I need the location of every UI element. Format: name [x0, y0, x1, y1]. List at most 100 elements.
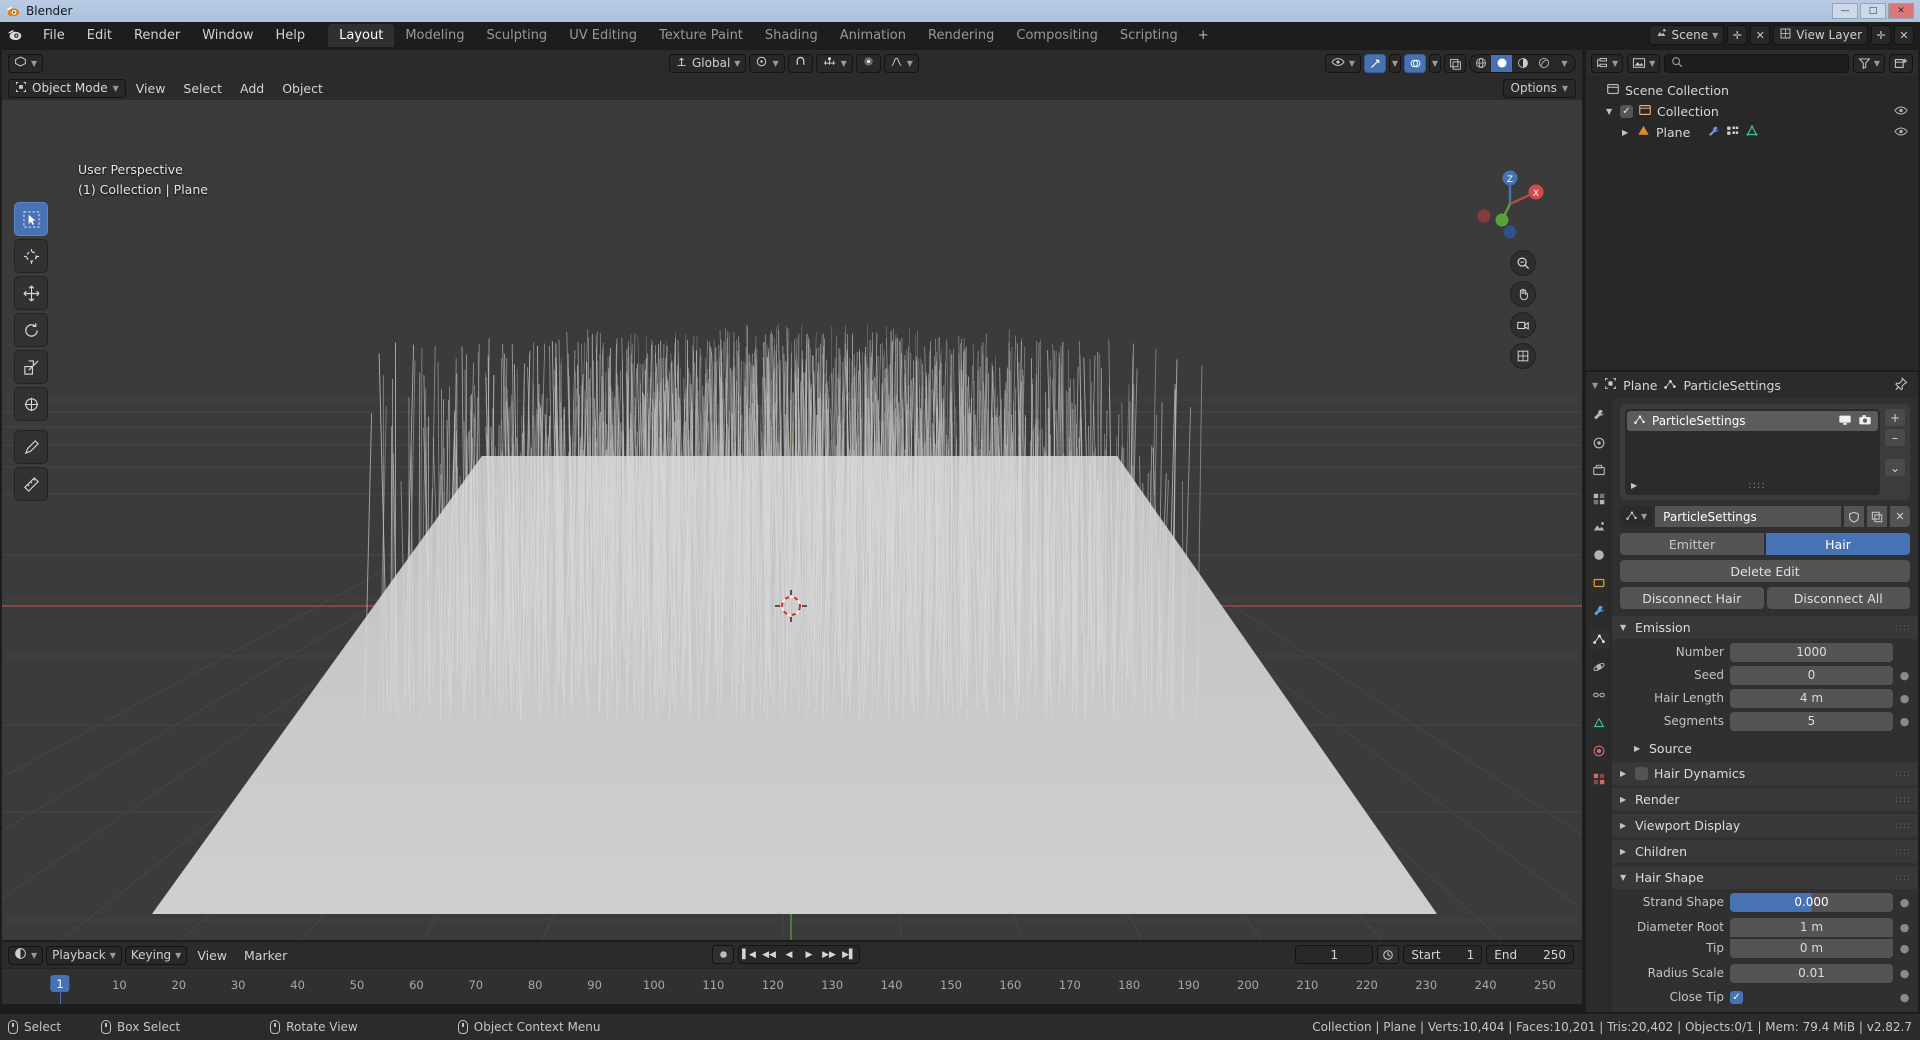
viewport-menu-add[interactable]: Add — [232, 79, 272, 98]
properties-tab-data[interactable] — [1589, 712, 1610, 733]
tweak-tool-button[interactable] — [14, 202, 48, 236]
breadcrumb-object-label[interactable]: Plane — [1623, 378, 1657, 393]
timeline-editor[interactable]: ▼ Playback ▼ Keying ▼ View Marker ▌◀ ◀◀ … — [2, 942, 1582, 1004]
shading-rendered-button[interactable] — [1533, 55, 1554, 72]
breadcrumb-particle-settings-label[interactable]: ParticleSettings — [1683, 378, 1780, 393]
overlays-toggle[interactable] — [1404, 53, 1426, 73]
field-value-diameter-root[interactable]: 1 m — [1730, 917, 1893, 937]
orthographic-icon[interactable] — [1510, 343, 1536, 369]
gizmo-toggle[interactable] — [1364, 53, 1386, 73]
properties-tab-physics[interactable] — [1589, 656, 1610, 677]
object-visibility-selector[interactable]: ▼ — [1324, 53, 1361, 73]
panel-header-children[interactable]: ▶ Children :::: — [1612, 840, 1918, 863]
filter-id-icon[interactable]: ▼ — [1627, 53, 1661, 73]
scene-selector[interactable]: Scene ▼ — [1648, 25, 1725, 45]
particle-system-specials-button[interactable]: ⌄ — [1885, 459, 1905, 476]
properties-tab-modifier[interactable] — [1589, 600, 1610, 621]
menu-file[interactable]: File — [32, 25, 76, 46]
delete-edit-button[interactable]: Delete Edit — [1620, 560, 1910, 582]
properties-tab-texture[interactable] — [1589, 768, 1610, 789]
jump-to-start-button[interactable]: ▌◀ — [739, 946, 759, 963]
workspace-tab-rendering[interactable]: Rendering — [917, 24, 1005, 47]
plane-visibility-eye-icon[interactable] — [1894, 125, 1908, 140]
new-copy-icon[interactable] — [1867, 506, 1887, 527]
navigation-gizmo[interactable]: Z X — [1468, 162, 1552, 246]
particle-type-hair-button[interactable]: Hair — [1766, 533, 1910, 555]
viewport-menu-view[interactable]: View — [128, 79, 174, 98]
auto-keying-icon[interactable] — [712, 945, 734, 964]
particles-icon[interactable] — [1726, 125, 1739, 141]
close-button[interactable]: ✕ — [1888, 3, 1914, 19]
anim-dot-strand-shape[interactable]: ● — [1899, 896, 1910, 909]
play-button[interactable]: ▶ — [799, 946, 819, 963]
properties-tab-render[interactable] — [1589, 432, 1610, 453]
timeline-menu-playback[interactable]: Playback ▼ — [46, 945, 122, 965]
gizmo-options-dropdown[interactable]: ▼ — [1389, 53, 1401, 73]
collection-visibility-eye-icon[interactable] — [1894, 104, 1908, 119]
viewport-menu-select[interactable]: Select — [175, 79, 230, 98]
properties-tab-view-layer[interactable] — [1589, 488, 1610, 509]
maximize-button[interactable]: □ — [1860, 3, 1886, 19]
hair-dynamics-checkbox[interactable] — [1635, 767, 1648, 780]
hand-icon[interactable] — [1510, 281, 1536, 307]
field-value-seed[interactable]: 0 — [1730, 665, 1893, 685]
timeline-playhead[interactable]: 1 — [50, 975, 70, 992]
interaction-mode-selector[interactable]: Object Mode ▼ — [8, 78, 126, 98]
zoom-icon[interactable] — [1510, 250, 1536, 276]
subpanel-header-source[interactable]: ▶ Source — [1612, 738, 1918, 759]
viewport-menu-object[interactable]: Object — [274, 79, 331, 98]
add-workspace-button[interactable]: + — [1189, 24, 1218, 47]
anim-dot-seed[interactable]: ● — [1899, 669, 1910, 682]
fake-user-icon[interactable] — [1844, 506, 1864, 527]
camera-icon[interactable] — [1858, 414, 1872, 429]
list-resize-grip[interactable]: :::: — [1748, 480, 1765, 491]
end-frame-field[interactable]: End 250 — [1486, 945, 1574, 964]
workspace-tab-animation[interactable]: Animation — [829, 24, 917, 47]
pin-icon[interactable] — [1894, 376, 1908, 394]
properties-editor[interactable]: ▼ Plane ParticleSettings ParticleSetting… — [1586, 372, 1918, 1012]
panel-header-hair-shape[interactable]: ▼ Hair Shape :::: — [1612, 866, 1918, 889]
particle-slot-box[interactable]: ParticleSettings ▶ :::: — [1625, 409, 1880, 495]
workspace-tab-uv-editing[interactable]: UV Editing — [558, 24, 648, 47]
move-tool-button[interactable] — [14, 276, 48, 310]
outliner-search-input[interactable] — [1664, 53, 1849, 73]
menu-window[interactable]: Window — [191, 25, 264, 46]
collection-expander-icon[interactable]: ▼ — [1606, 107, 1615, 116]
proportional-editing-toggle[interactable] — [855, 53, 881, 73]
shading-wireframe-button[interactable] — [1470, 55, 1491, 72]
workspace-tab-texture-paint[interactable]: Texture Paint — [648, 24, 754, 47]
unlink-icon[interactable]: ✕ — [1890, 506, 1910, 527]
menu-help[interactable]: Help — [265, 25, 317, 46]
editor-type-selector[interactable]: ▼ — [8, 53, 44, 73]
workspace-tab-shading[interactable]: Shading — [754, 24, 829, 47]
properties-tab-constraints[interactable] — [1589, 684, 1610, 705]
current-frame-field[interactable]: 1 — [1295, 945, 1374, 964]
monitor-icon[interactable] — [1838, 414, 1852, 429]
new-scene-button[interactable]: ✛ — [1727, 25, 1748, 45]
collection-checkbox[interactable]: ✓ — [1620, 105, 1633, 118]
anim-dot-tip[interactable]: ● — [1899, 942, 1910, 955]
previous-keyframe-button[interactable]: ◀◀ — [759, 946, 779, 963]
transform-orientation-selector[interactable]: Global ▼ — [669, 53, 747, 73]
xray-toggle[interactable] — [1444, 53, 1466, 73]
disconnect-hair-button[interactable]: Disconnect Hair — [1620, 587, 1764, 609]
properties-tab-object[interactable] — [1589, 572, 1610, 593]
outliner-row-plane[interactable]: ▶ Plane — [1586, 122, 1918, 143]
field-value-strand-shape[interactable]: 0.000 — [1730, 892, 1893, 912]
anim-dot-hair-length[interactable]: ● — [1899, 692, 1910, 705]
jump-to-end-button[interactable]: ▶▌ — [839, 946, 859, 963]
field-value-segments[interactable]: 5 — [1730, 711, 1893, 731]
overlay-options-dropdown[interactable]: ▼ — [1429, 53, 1441, 73]
menu-render[interactable]: Render — [123, 25, 191, 46]
workspace-tab-scripting[interactable]: Scripting — [1109, 24, 1189, 47]
close-tip-checkbox[interactable]: ✓ — [1730, 990, 1743, 1004]
menu-edit[interactable]: Edit — [76, 25, 123, 46]
disconnect-all-button[interactable]: Disconnect All — [1766, 587, 1910, 609]
properties-tab-tool[interactable] — [1589, 404, 1610, 425]
anim-dot-diameter-root[interactable]: ● — [1899, 921, 1910, 934]
anim-dot-close-tip[interactable]: ● — [1899, 991, 1910, 1004]
workspace-tab-sculpting[interactable]: Sculpting — [475, 24, 558, 47]
particle-slot-expander-icon[interactable]: ▶ — [1631, 481, 1640, 490]
timeline-menu-marker[interactable]: Marker — [237, 946, 294, 965]
datablock-browse-selector[interactable]: ▼ — [1620, 506, 1653, 527]
